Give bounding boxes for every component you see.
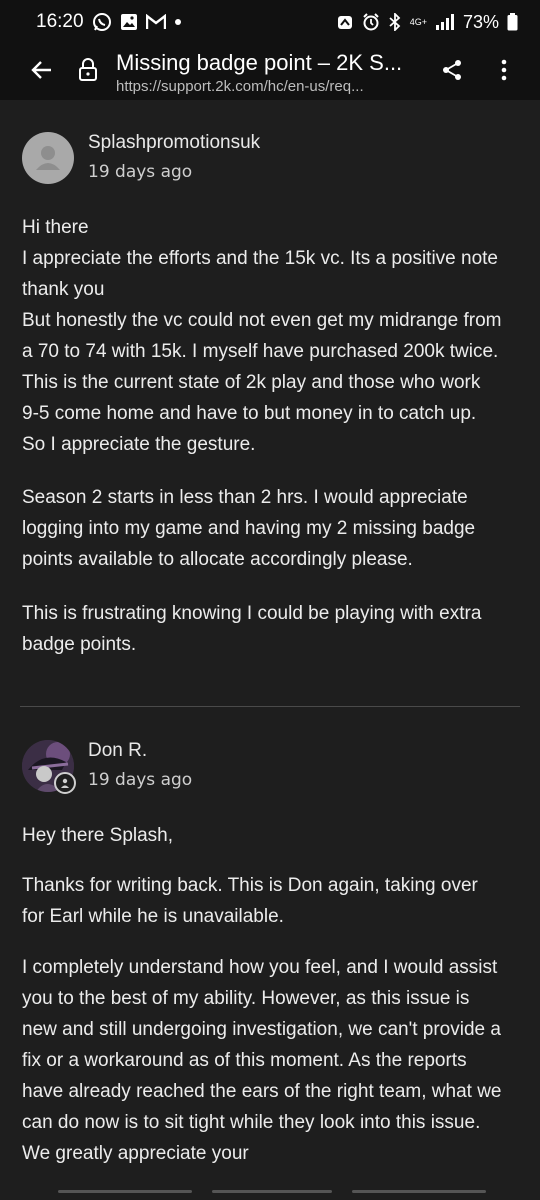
bluetooth-icon	[388, 13, 402, 31]
nav-home-hint[interactable]	[212, 1190, 332, 1193]
comment-divider	[20, 706, 520, 707]
whatsapp-icon	[92, 12, 112, 32]
comment-time: 19 days ago	[88, 770, 193, 790]
agent-badge	[54, 772, 76, 794]
page-content[interactable]: Splashpromotionsuk 19 days ago Hi there …	[0, 100, 540, 1182]
comment-author[interactable]: Splashpromotionsuk	[88, 132, 260, 154]
comment-paragraph: This is frustrating knowing I could be p…	[22, 603, 482, 655]
dot-icon	[174, 18, 182, 26]
gesture-nav-bar	[0, 1182, 540, 1200]
alarm-icon	[336, 13, 354, 31]
status-bar: 16:20 4G+ 73%	[0, 0, 540, 44]
gmail-icon	[145, 14, 166, 30]
comment-paragraph: I completely understand how you feel, an…	[22, 957, 502, 1164]
status-time: 16:20	[36, 11, 84, 32]
comment-paragraph: Hey there Splash,	[22, 825, 174, 846]
comment-author[interactable]: Don R.	[88, 740, 147, 762]
more-options-button[interactable]	[478, 44, 530, 100]
page-url: https://support.2k.com/hc/en-us/req...	[116, 77, 364, 95]
agent-icon	[61, 778, 69, 788]
comment-paragraph: Thanks for writing back. This is Don aga…	[22, 875, 478, 927]
page-title-block[interactable]: Missing badge point – 2K S... https://su…	[116, 50, 426, 95]
page-title: Missing badge point – 2K S...	[116, 49, 403, 75]
battery-icon	[507, 13, 518, 31]
lock-icon	[78, 57, 98, 87]
network-type: 4G+	[409, 16, 427, 27]
nav-back-hint[interactable]	[352, 1190, 486, 1193]
comment-time: 19 days ago	[88, 162, 193, 182]
battery-percent: 73%	[462, 11, 499, 32]
nav-recents-hint[interactable]	[58, 1190, 192, 1193]
alarm-clock-icon	[362, 13, 380, 31]
comment-paragraph: Season 2 starts in less than 2 hrs. I wo…	[22, 487, 476, 570]
signal-icon	[435, 14, 455, 30]
comment-paragraph: Hi there I appreciate the efforts and th…	[22, 217, 502, 455]
share-button[interactable]	[426, 44, 478, 100]
avatar[interactable]	[22, 132, 74, 184]
back-arrow-icon	[30, 58, 54, 87]
back-button[interactable]	[14, 44, 70, 100]
gallery-icon	[120, 13, 138, 31]
more-vert-icon	[501, 59, 507, 86]
browser-app-bar: Missing badge point – 2K S... https://su…	[0, 44, 540, 100]
share-icon	[441, 59, 463, 86]
default-avatar-icon	[36, 146, 60, 170]
security-info-button[interactable]	[70, 44, 106, 100]
